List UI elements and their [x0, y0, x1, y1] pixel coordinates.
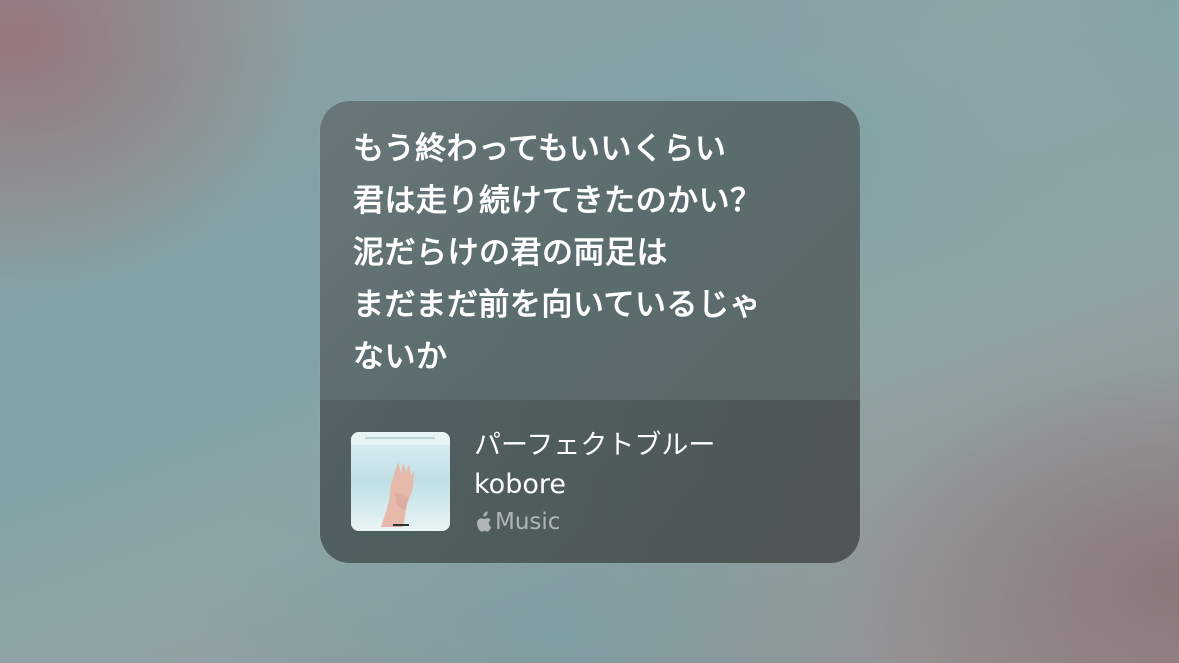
- apple-logo-icon: [477, 511, 492, 532]
- artist-name: kobore: [474, 469, 566, 500]
- apple-music-badge: Music: [474, 507, 560, 537]
- lyric-line: まだまだ前を向いているじゃ: [353, 287, 761, 323]
- lyrics-block: もう終わってもいいくらい 君は走り続けてきたのかい？ 泥だらけの君の両足は まだ…: [353, 123, 843, 383]
- song-info[interactable]: kobore パーフェクトブルー kobore Music: [320, 400, 860, 563]
- lyric-line: 泥だらけの君の両足は: [353, 235, 668, 271]
- service-label: Music: [495, 509, 561, 535]
- lyrics-share-card[interactable]: もう終わってもいいくらい 君は走り続けてきたのかい？ 泥だらけの君の両足は まだ…: [320, 101, 860, 563]
- lyric-line: ないか: [353, 339, 448, 375]
- album-artwork[interactable]: kobore: [351, 432, 450, 531]
- album-artwork-image: [351, 432, 450, 531]
- lyric-line: もう終わってもいいくらい: [353, 131, 727, 167]
- lyric-line: 君は走り続けてきたのかい？: [353, 183, 762, 219]
- song-title: パーフェクトブルー: [474, 430, 716, 461]
